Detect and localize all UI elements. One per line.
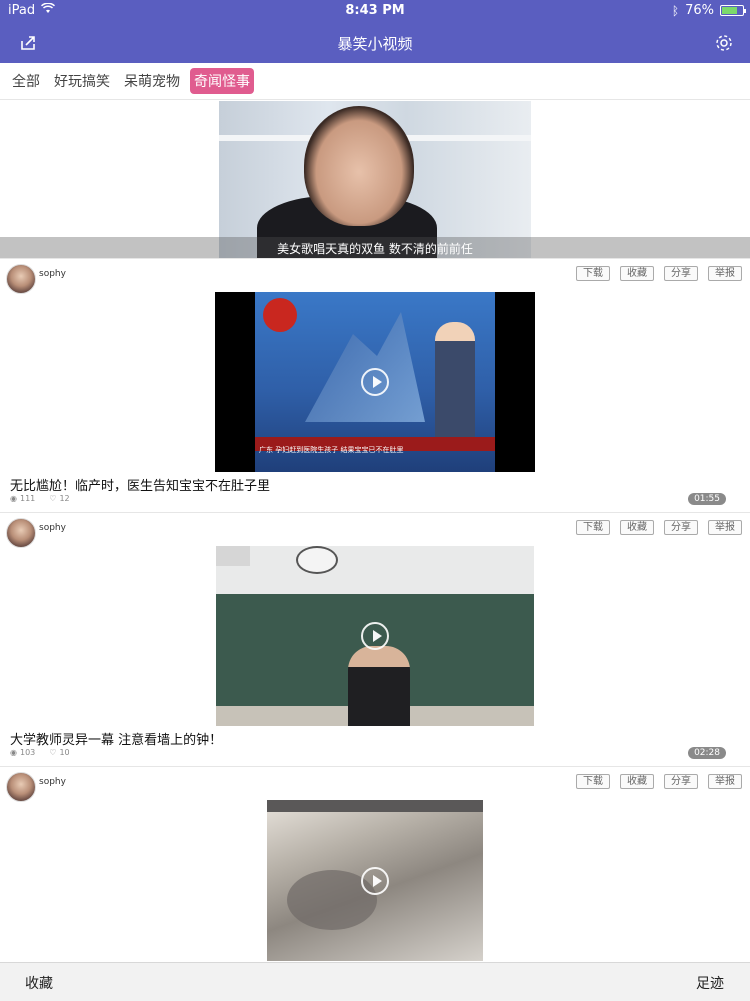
report-button[interactable]: 举报 — [708, 520, 742, 535]
like-count: 12 — [59, 494, 70, 503]
post-actions: 下载 收藏 分享 举报 — [576, 266, 742, 281]
heart-icon[interactable]: ♡ — [49, 748, 56, 757]
share-button[interactable]: 分享 — [664, 266, 698, 281]
tab-funny[interactable]: 好玩搞笑 — [50, 68, 114, 94]
history-tab[interactable]: 足迹 — [696, 973, 724, 993]
bluetooth-icon: ᛒ — [671, 3, 680, 18]
top-bar: iPad 8:43 PM ᛒ 76% 暴笑小视频 — [0, 0, 750, 63]
video-thumbnail[interactable]: 广东 孕妇赶到医院生孩子 结果宝宝已不在肚里 — [215, 292, 535, 472]
share-button[interactable]: 分享 — [664, 520, 698, 535]
view-count: 111 — [19, 494, 36, 503]
view-count: 103 — [19, 748, 36, 757]
author-name[interactable]: sophy — [39, 523, 66, 533]
hero-banner[interactable]: 美女歌唱天真的双鱼 数不清的前前任 — [0, 101, 750, 258]
like-count: 10 — [59, 748, 70, 757]
favorite-button[interactable]: 收藏 — [620, 520, 654, 535]
battery-percent: 76% — [685, 3, 714, 18]
post-actions: 下载 收藏 分享 举报 — [576, 774, 742, 789]
author-name[interactable]: sophy — [39, 777, 66, 787]
play-icon[interactable] — [361, 368, 389, 396]
heart-icon[interactable]: ♡ — [49, 494, 56, 503]
hero-thumbnail[interactable] — [219, 101, 531, 258]
avatar[interactable] — [6, 264, 36, 294]
avatar[interactable] — [6, 518, 36, 548]
bottom-bar: 收藏 足迹 — [0, 962, 750, 1001]
download-button[interactable]: 下载 — [576, 266, 610, 281]
favorite-button[interactable]: 收藏 — [620, 266, 654, 281]
battery-icon — [720, 5, 746, 16]
video-feed[interactable]: 美女歌唱天真的双鱼 数不清的前前任 sophy 下载 收藏 分享 举报 广东 孕… — [0, 101, 750, 962]
hero-caption: 美女歌唱天真的双鱼 数不清的前前任 — [277, 242, 473, 256]
avatar[interactable] — [6, 772, 36, 802]
play-icon[interactable] — [361, 622, 389, 650]
post-stats: ◉ 103 ♡ 10 — [10, 748, 70, 757]
tab-pets[interactable]: 呆萌宠物 — [120, 68, 184, 94]
video-thumbnail[interactable] — [267, 800, 483, 961]
download-button[interactable]: 下载 — [576, 520, 610, 535]
video-post: sophy 下载 收藏 分享 举报 — [0, 766, 750, 962]
category-tabs: 全部 好玩搞笑 呆萌宠物 奇闻怪事 — [0, 63, 750, 100]
eye-icon: ◉ — [10, 494, 17, 503]
favorite-button[interactable]: 收藏 — [620, 774, 654, 789]
duration-badge: 02:28 — [688, 747, 726, 759]
tab-all[interactable]: 全部 — [8, 68, 44, 94]
report-button[interactable]: 举报 — [708, 774, 742, 789]
post-actions: 下载 收藏 分享 举报 — [576, 520, 742, 535]
video-post: sophy 下载 收藏 分享 举报 大学教师灵异一幕 注意看墙上的钟！ ◉ 103… — [0, 512, 750, 767]
tab-oddities[interactable]: 奇闻怪事 — [190, 68, 254, 94]
author-name[interactable]: sophy — [39, 269, 66, 279]
post-title[interactable]: 大学教师灵异一幕 注意看墙上的钟！ — [10, 729, 222, 748]
video-thumbnail[interactable] — [216, 546, 534, 726]
post-title[interactable]: 无比尴尬！临产时，医生告知宝宝不在肚子里 — [10, 475, 270, 494]
favorites-tab[interactable]: 收藏 — [25, 973, 53, 993]
video-ticker-text: 广东 孕妇赶到医院生孩子 结果宝宝已不在肚里 — [259, 446, 404, 454]
video-post: sophy 下载 收藏 分享 举报 广东 孕妇赶到医院生孩子 结果宝宝已不在肚里… — [0, 258, 750, 513]
page-title: 暴笑小视频 — [337, 35, 413, 53]
gear-icon[interactable] — [712, 31, 736, 55]
duration-badge: 01:55 — [688, 493, 726, 505]
eye-icon: ◉ — [10, 748, 17, 757]
report-button[interactable]: 举报 — [708, 266, 742, 281]
hero-caption-bar: 美女歌唱天真的双鱼 数不清的前前任 — [0, 237, 750, 258]
download-button[interactable]: 下载 — [576, 774, 610, 789]
play-icon[interactable] — [361, 866, 389, 895]
post-stats: ◉ 111 ♡ 12 — [10, 494, 70, 503]
status-time: 8:43 PM — [345, 3, 405, 18]
share-button[interactable]: 分享 — [664, 774, 698, 789]
status-bar: iPad 8:43 PM ᛒ 76% — [0, 0, 750, 22]
